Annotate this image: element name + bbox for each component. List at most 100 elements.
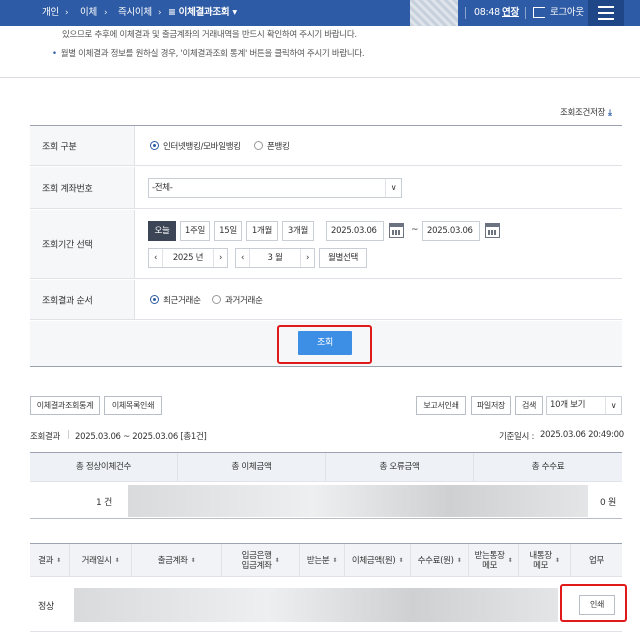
qr-code-image: [410, 0, 458, 26]
summary-table-row: 1 건 0 원: [30, 483, 622, 519]
sort-icon: ⬍: [332, 556, 338, 564]
order-row: 조회결과 순서 최근거래순 과거거래순: [30, 280, 622, 320]
detail-header-receiver[interactable]: 받는분 ⬍: [300, 544, 345, 577]
bullet-icon: •: [52, 49, 57, 59]
sort-icon: ⬍: [274, 556, 280, 564]
breadcrumb-transfer[interactable]: 이체: [80, 0, 97, 26]
month-selector[interactable]: ‹ 3 월 ›: [235, 248, 315, 268]
radio-internet-banking[interactable]: [150, 141, 159, 150]
detail-header-datetime[interactable]: 거래일시 ⬍: [70, 544, 132, 577]
chevron-left-icon[interactable]: ‹: [149, 249, 163, 267]
period-15days-button[interactable]: 15일: [214, 221, 242, 241]
divider: |: [67, 430, 70, 440]
year-value: 2025 년: [172, 253, 204, 263]
logout-icon: [533, 7, 545, 18]
summary-table-header: 총 정상이체건수 총 이체금액 총 오류금액 총 수수료: [30, 452, 622, 482]
radio-recent-order-label: 최근거래순: [163, 296, 201, 306]
sort-icon: ⬍: [507, 556, 513, 564]
chevron-right-icon[interactable]: ›: [300, 249, 314, 267]
period-today-button[interactable]: 오늘: [148, 221, 176, 241]
base-time-label: 기준일시 :: [499, 432, 535, 442]
account-select[interactable]: -전체- ∨: [148, 178, 402, 198]
redacted-area: [128, 485, 588, 517]
summary-count-value: 1 건: [96, 498, 112, 508]
chevron-left-icon[interactable]: ‹: [236, 249, 250, 267]
breadcrumb-current-menu[interactable]: ≡ 이체결과조회 ▾: [168, 0, 237, 26]
chevron-down-icon: ∨: [605, 397, 621, 414]
calendar-icon[interactable]: [485, 223, 500, 238]
transfer-stats-button[interactable]: 이체결과조회통계: [30, 396, 100, 415]
account-label: 조회 계좌번호: [42, 184, 93, 194]
file-save-button[interactable]: 파일저장: [471, 396, 511, 415]
radio-recent-order[interactable]: [150, 295, 159, 304]
detail-header-bank-account[interactable]: 입금은행 입금계좌 ⬍: [222, 544, 300, 577]
order-label: 조회결과 순서: [42, 296, 93, 306]
date-to-input[interactable]: 2025.03.06: [422, 221, 480, 241]
logout-link[interactable]: 로그아웃: [550, 0, 584, 26]
divider: [525, 7, 526, 19]
radio-past-order-label: 과거거래순: [225, 296, 263, 306]
breadcrumb-instant-transfer[interactable]: 즉시이체: [118, 0, 152, 26]
summary-header-error: 총 오류금액: [326, 453, 474, 482]
date-from-input[interactable]: 2025.03.06: [326, 221, 384, 241]
download-icon: ⤓: [608, 108, 612, 118]
period-row: 조회기간 선택 오늘 1주일 15일 1개월 3개월 2025.03.06 ~ …: [30, 210, 622, 279]
report-print-button[interactable]: 보고서인쇄: [416, 396, 466, 415]
summary-fee-value: 0 원: [600, 498, 616, 508]
chevron-right-icon[interactable]: ›: [213, 249, 227, 267]
detail-header-result[interactable]: 결과 ⬍: [30, 544, 70, 577]
detail-header-fee[interactable]: 수수료(원) ⬍: [411, 544, 469, 577]
breadcrumb-separator-icon: ›: [65, 8, 69, 18]
table-row: 정상 인쇄: [30, 578, 622, 632]
period-label: 조회기간 선택: [42, 240, 93, 251]
save-search-condition-button[interactable]: 조회조건저장 ⤓: [560, 106, 612, 118]
detail-header-my-memo[interactable]: 내통장 메모 ⬍: [519, 544, 571, 577]
radio-internet-banking-label: 인터넷뱅킹/모바일뱅킹: [163, 142, 241, 152]
period-1month-button[interactable]: 1개월: [246, 221, 278, 241]
search-type-label: 조회 구분: [42, 142, 77, 152]
base-time-value: 2025.03.06 20:49:00: [540, 430, 624, 440]
summary-header-count: 총 정상이체건수: [30, 453, 178, 482]
highlight-box: [277, 325, 372, 364]
period-1week-button[interactable]: 1주일: [180, 221, 210, 241]
search-type-row: 조회 구분 인터넷뱅킹/모바일뱅킹 폰뱅킹: [30, 126, 622, 166]
chevron-down-icon: ∨: [385, 179, 401, 197]
session-timer: 08:48: [474, 7, 500, 18]
notice-line: • 월별 이체결과 정보를 원하실 경우, '이체결과조회 통계' 버튼을 클릭하…: [52, 49, 365, 59]
highlight-box: [560, 584, 627, 622]
year-selector[interactable]: ‹ 2025 년 ›: [148, 248, 228, 268]
notice-line: 있으므로 추후에 이체결과 및 출금계좌의 거래내역을 반드시 확인하여 주시기…: [62, 30, 357, 40]
detail-header-from-account[interactable]: 출금계좌 ⬍: [132, 544, 222, 577]
date-range-tilde: ~: [411, 225, 419, 235]
divider: [0, 77, 640, 78]
divider: [465, 7, 466, 19]
sort-icon: ⬍: [554, 556, 560, 564]
account-row: 조회 계좌번호 -전체- ∨: [30, 167, 622, 209]
account-select-value: -전체-: [152, 183, 173, 193]
period-3month-button[interactable]: 3개월: [282, 221, 314, 241]
detail-header-receiver-memo[interactable]: 받는통장 메모 ⬍: [469, 544, 519, 577]
detail-header-task: 업무: [588, 555, 605, 566]
menu-list-icon: ≡: [168, 7, 179, 18]
breadcrumb-current-label: 이체결과조회: [178, 7, 230, 18]
hamburger-menu-button[interactable]: [588, 0, 624, 26]
radio-phone-banking-label: 폰뱅킹: [267, 142, 290, 152]
detail-header-amount[interactable]: 이체금액(원) ⬍: [345, 544, 411, 577]
sort-icon: ⬍: [456, 556, 462, 564]
summary-header-fee: 총 수수료: [531, 462, 565, 472]
redacted-area: [74, 588, 558, 622]
extend-session-link[interactable]: 연장: [502, 0, 519, 26]
sort-icon: ⬍: [398, 556, 404, 564]
search-button[interactable]: 검색: [515, 396, 543, 415]
print-list-button[interactable]: 이체목록인쇄: [104, 396, 162, 415]
breadcrumb-personal[interactable]: 개인: [42, 0, 59, 26]
radio-past-order[interactable]: [212, 295, 221, 304]
sort-icon: ⬍: [114, 556, 120, 564]
result-range: 2025.03.06 ~ 2025.03.06 [총1건]: [75, 432, 207, 442]
radio-phone-banking[interactable]: [254, 141, 263, 150]
page-size-value: 10개 보기: [550, 400, 586, 410]
page-size-select[interactable]: 10개 보기 ∨: [546, 396, 622, 415]
month-select-button[interactable]: 월별선택: [319, 248, 367, 268]
calendar-icon[interactable]: [389, 223, 404, 238]
row-status: 정상: [38, 602, 54, 612]
